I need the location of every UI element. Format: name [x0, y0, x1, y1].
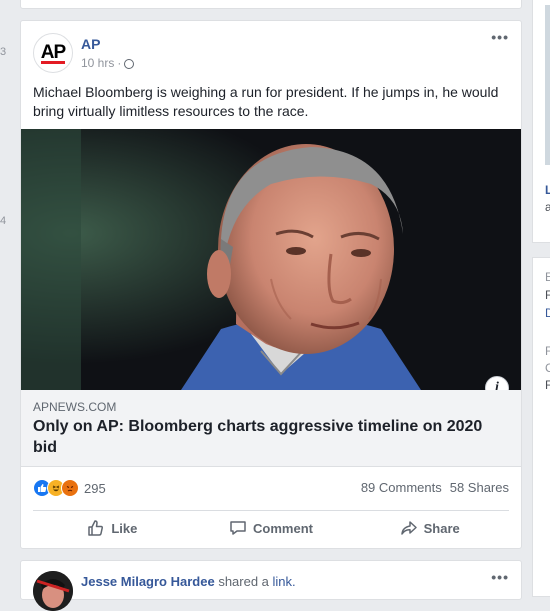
author-photo [33, 571, 73, 611]
post-options-button[interactable]: ••• [491, 569, 509, 585]
meta-separator: · [117, 56, 122, 70]
ap-logo: AP [40, 42, 66, 63]
post-options-button[interactable]: ••• [491, 29, 509, 45]
comments-count-link[interactable]: 89 Comments [361, 480, 442, 495]
right-rail-image [545, 5, 550, 165]
angry-reaction-icon [61, 479, 79, 497]
like-label: Like [111, 520, 138, 536]
shares-count-link[interactable]: 58 Shares [450, 480, 509, 495]
share-action-text: shared a [218, 574, 269, 589]
reaction-count: 295 [84, 480, 106, 496]
post-actions-bar: Like Comment Share [33, 510, 509, 545]
right-rail-text: F [545, 378, 550, 392]
reactions-summary[interactable]: 295 [33, 479, 106, 497]
thumbs-up-icon [88, 520, 104, 536]
right-rail-text: a [545, 200, 550, 214]
left-edge-text: 4 [0, 215, 7, 227]
right-rail-text: C [545, 361, 550, 375]
page-name-link[interactable]: AP [81, 36, 100, 52]
link-preview-image[interactable]: i [21, 129, 521, 390]
post-timestamp[interactable]: 10 hrs [81, 56, 114, 70]
link-title[interactable]: Only on AP: Bloomberg charts aggressive … [33, 416, 503, 458]
right-rail-card: E F D F C F [532, 257, 550, 597]
share-button[interactable]: Share [350, 511, 509, 545]
author-name-link[interactable]: Jesse Milagro Hardee [81, 574, 215, 589]
link-preview[interactable]: APNEWS.COM Only on AP: Bloomberg charts … [21, 390, 521, 467]
link-domain: APNEWS.COM [33, 400, 117, 414]
post-text: Michael Bloomberg is weighing a run for … [33, 84, 499, 119]
ap-logo-underline [41, 61, 65, 64]
right-rail-text: F [545, 344, 550, 358]
shared-link-link[interactable]: link. [273, 574, 296, 589]
share-label: Share [423, 520, 460, 536]
comment-button[interactable]: Comment [192, 511, 351, 545]
right-rail-text: E [545, 270, 550, 284]
previous-post-card [20, 0, 522, 9]
page-avatar[interactable]: AP [33, 33, 73, 73]
globe-icon [124, 59, 135, 69]
comment-icon [230, 521, 246, 535]
comment-label: Comment [253, 520, 313, 536]
engagement-stats: 89 Comments 58 Shares [361, 480, 509, 495]
right-rail-link[interactable]: D [545, 306, 550, 320]
author-avatar[interactable] [33, 571, 73, 611]
bloomberg-photo [21, 129, 521, 390]
next-feed-post: Jesse Milagro Hardee shared a link. ••• [20, 560, 522, 611]
left-edge-text: 3 [0, 46, 7, 58]
right-rail-text: F [545, 288, 550, 302]
shared-link-header: Jesse Milagro Hardee shared a link. [81, 574, 296, 589]
post-meta: 10 hrs · [81, 56, 135, 70]
like-button[interactable]: Like [33, 511, 192, 545]
right-rail-link[interactable]: L [545, 183, 550, 197]
share-icon [400, 521, 417, 535]
right-rail-card: L a [532, 0, 550, 243]
news-feed-post: AP AP 10 hrs · ••• Michael Bloomberg is … [20, 20, 522, 549]
